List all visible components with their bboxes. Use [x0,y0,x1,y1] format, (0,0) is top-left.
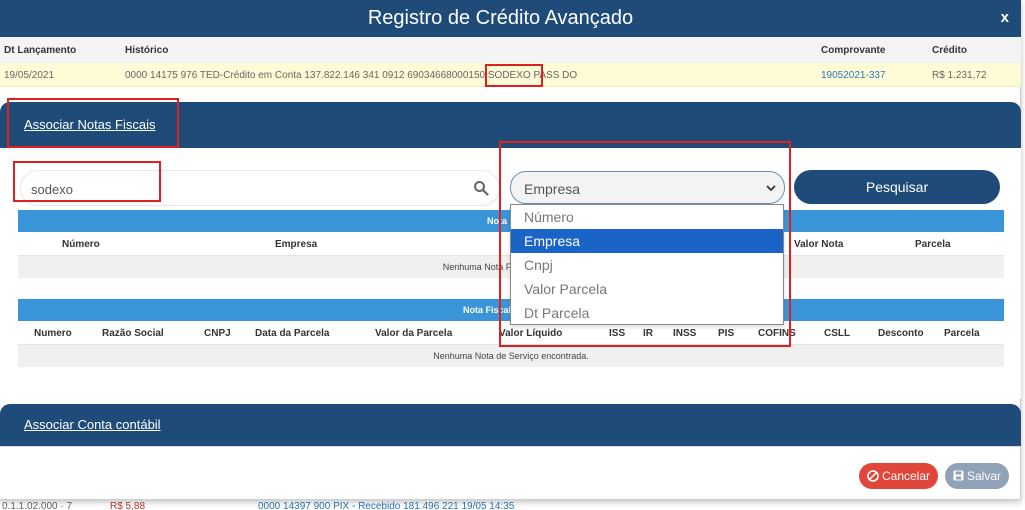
column-header: Valor Líquido [499,328,563,339]
column-header: Empresa [275,239,318,250]
column-header: CNPJ [204,328,231,339]
transaction-header: Dt Lançamento Histórico Comprovante Créd… [0,37,1021,63]
column-header: PIS [718,328,735,339]
header-date: Dt Lançamento [4,45,77,56]
transaction-date: 19/05/2021 [4,70,55,81]
invoices-panel-header: Associar Notas Fiscais [0,102,1021,148]
column-header: Parcela [915,239,951,250]
column-header: Data da Parcela [255,328,330,339]
background-row-value: R$ 5,88 [110,501,146,510]
chevron-down-icon [766,185,776,192]
search-input[interactable] [31,180,451,198]
cancel-icon [867,470,879,482]
column-header: Valor da Parcela [375,328,453,339]
search-icon[interactable] [473,180,489,196]
dropdown-option-valor-parcela[interactable]: Valor Parcela [511,277,783,301]
transaction-history: 0000 14175 976 TED-Crédito em Conta 137.… [125,70,578,81]
save-button[interactable]: Salvar [945,463,1009,489]
service-table-empty: Nenhuma Nota de Serviço encontrada. [18,345,1004,367]
background-row-account: 0.1.1.02.000 · 7 [2,501,73,510]
search-button[interactable]: Pesquisar [794,170,1000,204]
cancel-label: Cancelar [881,469,931,483]
background-row-description: 0000 14397 900 PIX - Recebido 181.496 22… [258,501,515,510]
credit-modal: Registro de Crédito Avançado x Dt Lançam… [0,0,1021,500]
header-credit: Crédito [932,45,967,56]
account-panel-header: Associar Conta contábil [0,404,1021,446]
associate-invoices-link[interactable]: Associar Notas Fiscais [24,117,155,132]
column-header: Parcela [944,328,980,339]
dropdown-option-numero[interactable]: Número [511,205,783,229]
close-icon[interactable]: x [1001,9,1009,26]
column-header: ISS [609,328,626,339]
filter-select[interactable]: Empresa [510,171,785,204]
search-box [20,170,500,206]
footer-divider [0,446,1021,447]
transaction-credit: R$ 1.231,72 [932,70,987,81]
filter-dropdown: Número Empresa Cnpj Valor Parcela Dt Par… [510,204,784,325]
filter-selected-value: Empresa [524,181,581,197]
column-header: Valor Nota [794,239,844,250]
column-header: IR [643,328,653,339]
column-header: CSLL [824,328,851,339]
column-header: Numero [34,328,72,339]
save-icon [953,470,964,481]
transaction-row: 19/05/2021 0000 14175 976 TED-Crédito em… [0,63,1021,87]
header-history: Histórico [125,45,169,56]
save-label: Salvar [966,469,1001,483]
dropdown-option-cnpj[interactable]: Cnpj [511,253,783,277]
header-receipt: Comprovante [821,45,886,56]
cancel-button[interactable]: Cancelar [859,463,938,489]
modal-titlebar: Registro de Crédito Avançado x [0,0,1021,37]
column-header: INSS [673,328,697,339]
dropdown-option-dt-parcela[interactable]: Dt Parcela [511,301,783,325]
dropdown-option-empresa[interactable]: Empresa [511,229,783,253]
column-header: Número [62,239,100,250]
column-header: COFINS [758,328,796,339]
associate-account-link[interactable]: Associar Conta contábil [24,417,161,432]
transaction-receipt-link[interactable]: 19052021-337 [821,70,886,81]
modal-title: Registro de Crédito Avançado [367,7,634,29]
column-header: Razão Social [102,328,164,339]
column-header: Desconto [878,328,924,339]
